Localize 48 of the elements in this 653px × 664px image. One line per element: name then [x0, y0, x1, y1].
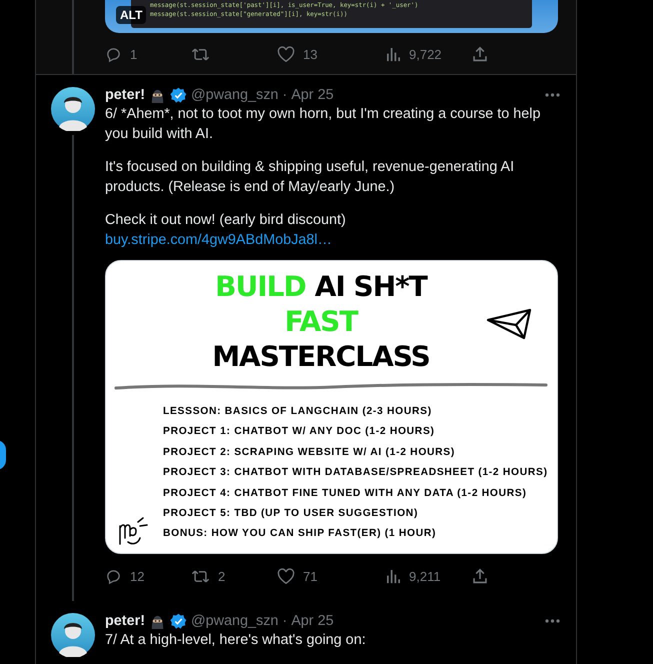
tweet-text: 7/ At a high-level, here's what's going on: — [105, 631, 367, 650]
tweet-text: Check it out now! (early bird discount) — [105, 211, 347, 230]
more-icon[interactable] — [545, 93, 560, 97]
separator-dot: · — [282, 87, 288, 103]
tweet-text: It's focused on building & shipping useful, revenue-generating AI products. (Release is end of May/early June.) — [105, 158, 516, 196]
lesson-item: PROJECT 2: SCRAPING WEBSITE W/ AI (1-2 HOURS) — [163, 446, 455, 460]
views-icon — [386, 568, 401, 585]
user-handle[interactable]: @pwang_szn — [190, 613, 278, 629]
author-name[interactable]: peter! — [105, 87, 145, 103]
lesson-item: LESSSON: BASICS OF LANGCHAIN (2-3 HOURS) — [163, 405, 432, 419]
likes-button[interactable]: 13 — [277, 44, 318, 64]
lesson-item: PROJECT 3: CHATBOT WITH DATABASE/SPREADSHEET (1-2 HOURS) — [163, 466, 548, 480]
title-word: AI SH*T — [314, 269, 427, 304]
replies-button[interactable]: 12 — [105, 566, 144, 586]
reply-icon — [105, 46, 122, 63]
lesson-item: PROJECT 1: CHATBOT W/ ANY DOC (1-2 HOURS) — [163, 425, 435, 440]
separator-dot: · — [282, 613, 288, 629]
heart-icon — [277, 46, 295, 63]
lesson-item: PROJECT 5: TBD (UP TO USER SUGGESTION) — [163, 507, 418, 522]
lesson-item: BONUS: HOW YOU CAN SHIP FAST(ER) (1 HOUR) — [163, 527, 436, 542]
post-date[interactable]: Apr 25 — [291, 87, 334, 103]
course-image[interactable] — [105, 260, 558, 554]
avatar[interactable] — [51, 87, 95, 131]
retweets-button[interactable]: 2 — [191, 566, 226, 586]
user-handle[interactable]: @pwang_szn — [190, 87, 278, 103]
title-word: MASTERCLASS — [212, 339, 430, 374]
paper-plane-icon — [486, 308, 532, 340]
title-word: FAST — [284, 304, 358, 339]
alt-badge[interactable]: ALT — [116, 6, 146, 24]
link[interactable]: buy.stripe.com/4gw9ABdMobJa8l… — [105, 230, 332, 250]
share-icon — [472, 46, 488, 63]
lesson-item: PROJECT 4: CHATBOT FINE TUNED WITH ANY DATA (1-2 HOURS) — [163, 486, 527, 501]
views-button[interactable]: 9,722 — [386, 44, 442, 64]
post-date[interactable]: Apr 25 — [291, 613, 334, 629]
likes-button[interactable]: 71 — [277, 566, 318, 586]
tweet-text: 6/ *Ahem*, not to toot my own horn, but I'm creating a course to help you build with AI. — [105, 105, 542, 144]
retweet-icon — [191, 568, 210, 585]
title-word: BUILD — [215, 269, 306, 304]
views-icon — [386, 46, 401, 63]
more-icon[interactable] — [545, 619, 560, 623]
replies-button[interactable]: 1 — [105, 44, 138, 64]
reply-icon — [105, 568, 122, 585]
avatar[interactable] — [51, 613, 95, 657]
share-icon — [472, 568, 488, 585]
views-button[interactable]: 9,211 — [386, 566, 441, 586]
heart-icon — [277, 568, 295, 585]
retweet-icon — [191, 46, 210, 63]
author-name[interactable]: peter! — [105, 613, 145, 629]
